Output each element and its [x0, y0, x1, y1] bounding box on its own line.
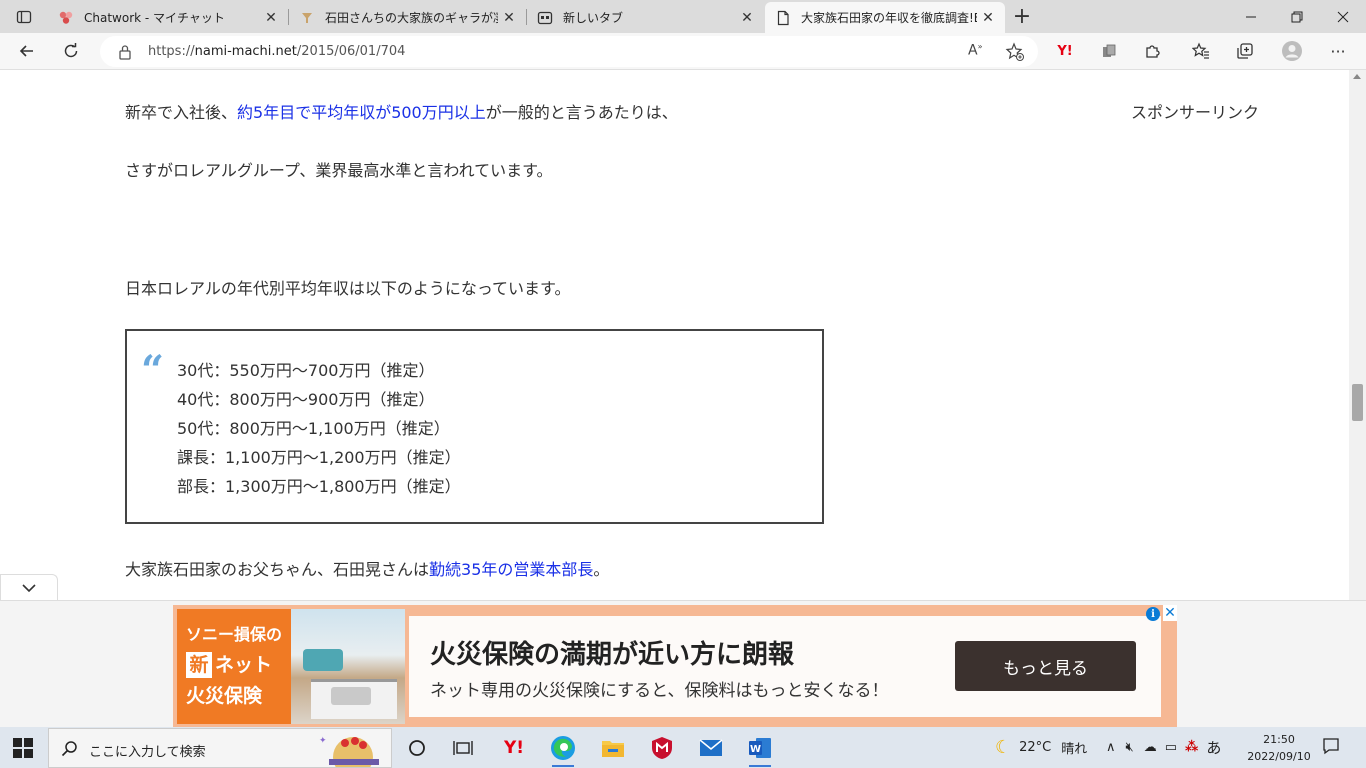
weather-widget[interactable]: ☾ 22°C 晴れ [995, 727, 1087, 768]
edge-browser-icon[interactable] [546, 731, 580, 767]
ad-close-icon[interactable]: ✕ [1163, 605, 1177, 621]
salary-line: 課長：1,100万円〜1,200万円（推定） [177, 448, 461, 467]
tab-actions-menu-icon[interactable] [10, 6, 38, 28]
new-tab-button[interactable]: + [1010, 4, 1034, 29]
lock-icon[interactable] [118, 44, 132, 64]
tab-chatwork[interactable]: Chatwork - マイチャット ✕ [48, 2, 288, 33]
tab-strip: Chatwork - マイチャット ✕ 石田さんちの大家族のギャラが凄い？ ✕ … [0, 0, 1366, 33]
ad-text-panel: 火災保険の満期が近い方に朗報 ネット専用の火災保険にすると、保険料はもっと安くな… [409, 616, 1161, 717]
windows-start-icon[interactable] [10, 735, 36, 761]
search-icon [61, 740, 79, 762]
close-window-button[interactable] [1320, 0, 1366, 33]
add-favorite-icon[interactable] [1005, 42, 1025, 66]
salary-line: 40代：800万円〜900万円（推定） [177, 390, 435, 409]
collections-extension-icon[interactable] [1094, 37, 1124, 65]
tab-ishida[interactable]: 石田さんちの大家族のギャラが凄い？ ✕ [289, 2, 526, 33]
scroll-up-arrow-icon[interactable] [1353, 74, 1361, 79]
scroll-thumb[interactable] [1352, 384, 1363, 421]
minimize-button[interactable] [1228, 0, 1274, 33]
battery-icon[interactable]: ▭ [1165, 740, 1177, 755]
mail-icon[interactable] [694, 731, 728, 765]
tab-active-article[interactable]: 大家族石田家の年収を徹底調査!Ε ✕ [765, 2, 1005, 33]
profile-avatar-icon[interactable] [1277, 37, 1307, 65]
favorites-icon[interactable] [1186, 37, 1216, 65]
restore-button[interactable] [1274, 0, 1320, 33]
system-tray: ∧ 🔇︎ ☁︎ ▭ ⁂ あ [1106, 727, 1221, 768]
close-tab-icon[interactable]: ✕ [977, 7, 999, 29]
file-explorer-icon[interactable] [596, 731, 630, 765]
tray-app-icon[interactable]: ⁂ [1185, 740, 1198, 755]
refresh-icon[interactable] [56, 37, 86, 65]
newtab-page-icon [537, 10, 553, 26]
kitchen-photo [291, 609, 405, 724]
tab-new-tab[interactable]: 新しいタブ ✕ [527, 2, 764, 33]
more-menu-icon[interactable]: ··· [1323, 37, 1353, 65]
collapse-ad-chevron-icon[interactable] [0, 574, 58, 600]
salary-blockquote: “ 30代：550万円〜700万円（推定） 40代：800万円〜900万円（推定… [125, 329, 824, 524]
tab-title: 石田さんちの大家族のギャラが凄い？ [325, 11, 498, 25]
yahoo-extension-icon[interactable]: Y! [1050, 37, 1080, 65]
chatwork-icon [58, 10, 74, 26]
page-icon [775, 10, 791, 26]
tab-title: 大家族石田家の年収を徹底調査!Ε [801, 11, 977, 25]
speaker-muted-icon[interactable]: 🔇︎ [1126, 740, 1134, 755]
salary-link[interactable]: 約5年目で平均年収が500万円以上 [237, 103, 486, 122]
show-hidden-icons-chevron-icon[interactable]: ∧ [1106, 740, 1116, 755]
paragraph-father: 大家族石田家のお父ちゃん、石田晃さんは勤続35年の営業本部長。 [125, 560, 610, 579]
moon-icon: ☾ [995, 737, 1012, 758]
task-view-cortana-icon[interactable] [400, 731, 434, 765]
quote-icon: “ [141, 347, 165, 394]
url-text: https://nami-machi.net/2015/06/01/704 [148, 44, 406, 59]
onedrive-cloud-icon[interactable]: ☁︎ [1144, 740, 1157, 755]
sony-insurance-logo: ソニー損保の 新ネット 火災保険 [177, 609, 291, 724]
extensions-puzzle-icon[interactable] [1138, 37, 1168, 65]
paragraph-loreal-group: さすがロレアルグループ、業界最高水準と言われています。 [125, 161, 553, 180]
ad-subline: ネット専用の火災保険にすると、保険料はもっと安くなる！ [430, 681, 889, 701]
taskbar-search-box[interactable]: ここに入力して検索 ✦ [48, 728, 392, 768]
windows-taskbar: ここに入力して検索 ✦ Y! W ☾ 22°C 晴れ ∧ 🔇︎ ☁︎ ▭ ⁂ あ… [0, 727, 1366, 768]
word-icon[interactable]: W [743, 731, 777, 767]
collections-icon[interactable] [1230, 37, 1260, 65]
salary-line: 30代：550万円〜700万円（推定） [177, 361, 435, 380]
address-bar[interactable]: https://nami-machi.net/2015/06/01/704 A» [100, 36, 1038, 67]
search-highlight-art-icon: ✦ [319, 736, 379, 767]
yahoo-taskbar-icon[interactable]: Y! [497, 731, 531, 765]
page-scrollbar[interactable] [1349, 70, 1366, 600]
sponsored-link-label: スポンサーリンク [1131, 103, 1260, 122]
tab-title: Chatwork - マイチャット [84, 11, 225, 25]
paragraph-first-years: 新卒で入社後、約5年目で平均年収が500万円以上が一般的と言うあたりは、 [125, 103, 678, 122]
mcafee-icon[interactable] [645, 731, 679, 765]
ime-mode-indicator[interactable]: あ [1206, 737, 1221, 758]
tab-title: 新しいタブ [563, 11, 624, 25]
close-tab-icon[interactable]: ✕ [498, 7, 520, 29]
clock[interactable]: 21:50 2022/09/10 [1246, 731, 1312, 765]
close-tab-icon[interactable]: ✕ [260, 7, 282, 29]
read-aloud-icon[interactable]: A» [968, 42, 982, 59]
task-view-icon[interactable] [446, 731, 480, 765]
search-placeholder: ここに入力して検索 [89, 745, 206, 760]
salary-line: 部長：1,300万円〜1,800万円（推定） [177, 477, 461, 496]
ad-banner-area: ソニー損保の 新ネット 火災保険 火災保険の満期が近い方に朗報 ネット専用の火災… [0, 600, 1366, 728]
tenure-link[interactable]: 勤続35年の営業本部長 [429, 560, 593, 579]
ad-headline: 火災保険の満期が近い方に朗報 [430, 640, 795, 670]
back-arrow-icon[interactable] [12, 37, 42, 65]
svg-text:✦: ✦ [319, 736, 327, 746]
close-tab-icon[interactable]: ✕ [736, 7, 758, 29]
svg-text:W: W [750, 744, 761, 755]
web-page: 新卒で入社後、約5年目で平均年収が500万円以上が一般的と言うあたりは、 スポン… [0, 70, 1349, 600]
see-more-button[interactable]: もっと見る [955, 641, 1136, 691]
browser-toolbar: https://nami-machi.net/2015/06/01/704 A»… [0, 33, 1366, 70]
paragraph-table-intro: 日本ロレアルの年代別平均年収は以下のようになっています。 [125, 279, 571, 298]
ad-info-icon[interactable]: i [1146, 607, 1160, 621]
insurance-ad[interactable]: ソニー損保の 新ネット 火災保険 火災保険の満期が近い方に朗報 ネット専用の火災… [173, 605, 1177, 728]
salary-line: 50代：800万円〜1,100万円（推定） [177, 419, 450, 438]
site-favicon [299, 10, 315, 26]
notification-center-icon[interactable] [1322, 737, 1340, 759]
